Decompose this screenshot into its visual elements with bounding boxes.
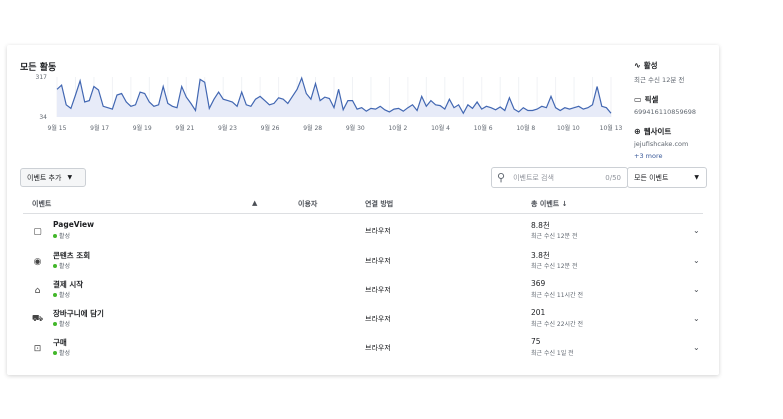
filter-label: 모든 이벤트 bbox=[634, 173, 669, 182]
event-status: 활성 bbox=[53, 261, 70, 270]
x-tick-label: 10월 4 bbox=[431, 124, 450, 132]
total-events: 8.8천 bbox=[531, 221, 550, 230]
status-label: 활성 bbox=[59, 233, 71, 240]
last-received: 최근 수신 12분 전 bbox=[531, 263, 578, 270]
activity-sub: 최근 수신 12분 전 bbox=[634, 76, 685, 84]
event-icon: ⊡ bbox=[33, 343, 42, 354]
event-icon: ⌂ bbox=[34, 285, 41, 296]
laptop-icon: ▭ bbox=[634, 94, 642, 104]
website-label: 웹사이트 bbox=[643, 127, 672, 136]
x-tick-label: 10월 6 bbox=[474, 124, 493, 132]
event-status: 활성 bbox=[53, 319, 70, 328]
pixel-label: 픽셀 bbox=[644, 95, 659, 104]
search-count: 0/50 bbox=[605, 173, 621, 182]
chevron-down-icon[interactable]: ⌄ bbox=[693, 226, 700, 235]
status-label: 활성 bbox=[59, 350, 71, 357]
more-websites-link[interactable]: +3 more bbox=[634, 152, 719, 160]
website-info: ⊕ 웹사이트 bbox=[634, 126, 719, 137]
status-dot bbox=[53, 233, 57, 238]
status-label: 활성 bbox=[59, 292, 71, 299]
pixel-info: ▭ 픽셀 bbox=[634, 94, 719, 105]
total-events: 369 bbox=[531, 279, 546, 288]
event-name: 결제 시작 bbox=[53, 280, 84, 289]
x-tick-label: 9월 17 bbox=[90, 124, 109, 132]
table-row[interactable]: ⊡ 구매활성 브라우저 75 최근 수신 1일 전 ⌄ bbox=[23, 335, 703, 364]
col-connection: 연결 방법 bbox=[365, 200, 394, 208]
event-name: 구매 bbox=[53, 338, 67, 347]
event-name: 장바구니에 담기 bbox=[53, 309, 104, 318]
x-tick-label: 10월 8 bbox=[516, 124, 535, 132]
last-received: 최근 수신 1일 전 bbox=[531, 350, 574, 357]
table-row[interactable]: ◉ 콘텐츠 조회활성 브라우저 3.8천최근 수신 12분 전 ⌄ bbox=[23, 248, 703, 277]
x-tick-label: 9월 15 bbox=[48, 124, 67, 132]
y-tick-label: 34 bbox=[39, 114, 47, 121]
total-events: 75 bbox=[531, 337, 541, 346]
x-tick-label: 9월 28 bbox=[303, 124, 322, 132]
add-event-button[interactable]: 이벤트 추가 ▼ bbox=[20, 168, 86, 187]
event-status: 활성 bbox=[53, 231, 70, 240]
event-name: 콘텐츠 조회 bbox=[53, 251, 91, 260]
connection-method: 브라우저 bbox=[365, 315, 391, 323]
last-received: 최근 수신 22시간 전 bbox=[531, 321, 583, 328]
last-received: 최근 수신 12분 전 bbox=[531, 233, 578, 240]
status-dot bbox=[53, 263, 57, 268]
total-events: 3.8천 bbox=[531, 251, 550, 260]
status-dot bbox=[53, 350, 57, 355]
x-tick-label: 9월 26 bbox=[261, 124, 280, 132]
status-dot bbox=[53, 292, 57, 297]
side-info: ∿ 활성 최근 수신 12분 전 ▭ 픽셀 699416110859698 ⊕ … bbox=[634, 60, 719, 160]
y-tick-label: 317 bbox=[36, 74, 48, 81]
x-tick-label: 9월 21 bbox=[175, 124, 194, 132]
caret-down-icon: ▼ bbox=[67, 174, 73, 181]
chevron-down-icon[interactable]: ⌄ bbox=[693, 343, 700, 352]
event-status: 활성 bbox=[53, 348, 70, 357]
activity-status: ∿ 활성 bbox=[634, 60, 719, 71]
chevron-down-icon[interactable]: ⌄ bbox=[693, 314, 700, 323]
col-event: 이벤트 bbox=[32, 200, 52, 208]
pixel-id: 699416110859698 bbox=[634, 108, 697, 116]
status-label: 활성 bbox=[59, 263, 71, 270]
event-status: 활성 bbox=[53, 290, 70, 299]
x-tick-label: 10월 10 bbox=[557, 124, 580, 132]
x-tick-label: 10월 2 bbox=[388, 124, 407, 132]
search-placeholder: 이벤트로 검색 bbox=[513, 173, 554, 182]
activity-card: 모든 활동 317 34 9월 15 9월 17 9월 19 9월 21 9월 23 9월 2… bbox=[7, 45, 719, 375]
pulse-icon: ∿ bbox=[634, 60, 641, 70]
globe-icon: ⊕ bbox=[634, 126, 641, 136]
search-input[interactable]: ⚲ 이벤트로 검색 0/50 bbox=[491, 167, 628, 188]
table-row[interactable]: ⌂ 결제 시작활성 브라우저 369 최근 수신 11시간 전 ⌄ bbox=[23, 277, 703, 306]
activity-chart: 317 349월 15 9월 17 9월 19 9월 21 9월 23 9월 26 9월 28… bbox=[36, 74, 623, 132]
event-icon: ⛟ bbox=[31, 314, 44, 324]
col-users: 이용자 bbox=[298, 200, 318, 208]
add-event-label: 이벤트 추가 bbox=[27, 173, 62, 182]
last-received: 최근 수신 11시간 전 bbox=[531, 292, 583, 299]
warning-icon: ▲ bbox=[252, 199, 258, 207]
table-row[interactable]: ▢ PageView 활성 브라우저 8.8천최근 수신 12분 전 ⌄ bbox=[23, 218, 703, 247]
activity-label: 활성 bbox=[643, 61, 658, 70]
chevron-down-icon[interactable]: ⌄ bbox=[693, 256, 700, 265]
col-total-events[interactable]: 총 이벤트 ↓ bbox=[531, 199, 568, 209]
connection-method: 브라우저 bbox=[365, 344, 391, 352]
event-icon: ◉ bbox=[33, 256, 42, 267]
x-tick-label: 9월 30 bbox=[346, 124, 365, 132]
event-icon: ▢ bbox=[33, 226, 42, 237]
x-tick-label: 9월 23 bbox=[218, 124, 237, 132]
connection-method: 브라우저 bbox=[365, 257, 391, 265]
caret-down-icon: ▼ bbox=[694, 174, 699, 181]
connection-method: 브라우저 bbox=[365, 227, 391, 235]
table-header: 이벤트 ▲ 이용자 연결 방법 총 이벤트 ↓ bbox=[23, 197, 703, 214]
table-row[interactable]: ⛟ 장바구니에 담기활성 브라우저 201 최근 수신 22시간 전 ⌄ bbox=[23, 306, 703, 335]
total-events: 201 bbox=[531, 308, 546, 317]
event-name: PageView bbox=[53, 220, 95, 229]
x-tick-label: 9월 19 bbox=[133, 124, 152, 132]
status-label: 활성 bbox=[59, 321, 71, 328]
chevron-down-icon[interactable]: ⌄ bbox=[693, 285, 700, 294]
x-tick-label: 10월 13 bbox=[600, 124, 623, 132]
status-dot bbox=[53, 321, 57, 326]
connection-method: 브라우저 bbox=[365, 286, 391, 294]
search-icon: ⚲ bbox=[497, 171, 506, 184]
event-filter-select[interactable]: 모든 이벤트 ▼ bbox=[627, 167, 707, 188]
website-url: jejufishcake.com bbox=[634, 140, 689, 148]
